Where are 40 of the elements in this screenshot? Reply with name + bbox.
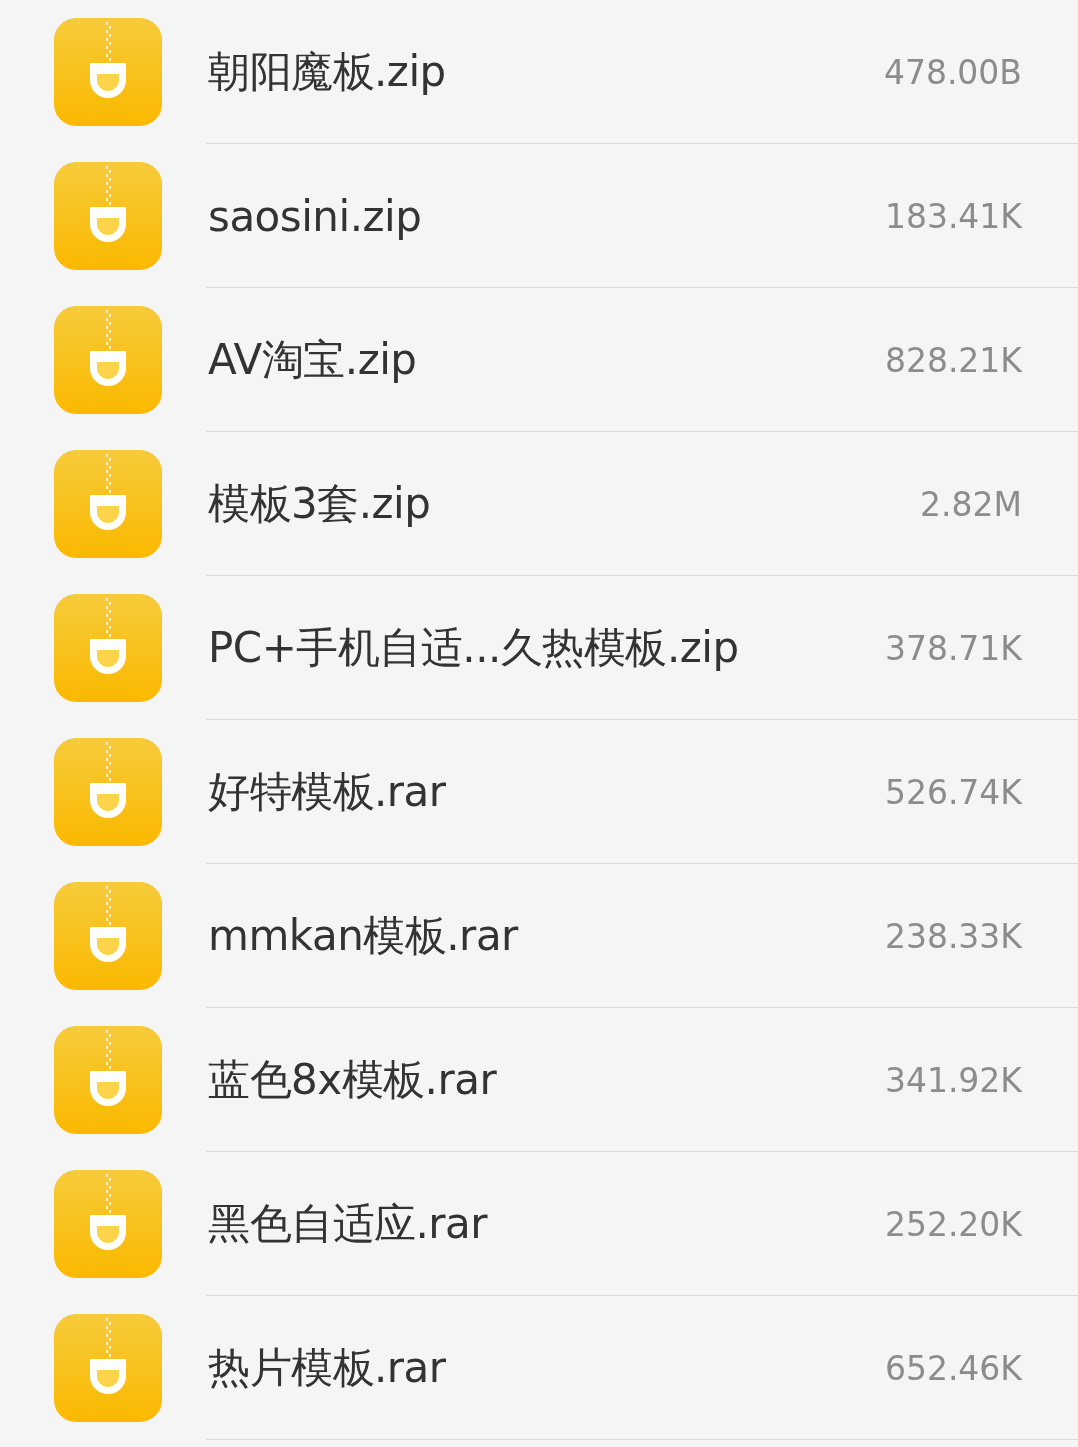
file-name: mmkan模板.rar [208,910,520,962]
zip-file-icon [54,18,162,126]
zip-file-icon [54,306,162,414]
file-name: 黑色自适应.rar [208,1198,489,1250]
file-name: AV淘宝.zip [208,334,418,386]
file-row[interactable]: 模板3套.zip 2.82M [0,432,1078,576]
file-row[interactable]: saosini.zip 183.41K [0,144,1078,288]
file-name: PC+手机自适...久热模板.zip [208,622,740,674]
file-size: 341.92K [884,1060,1022,1100]
file-name: saosini.zip [208,191,423,241]
zip-file-icon [54,882,162,990]
file-size: 2.82M [920,484,1022,524]
file-name: 朝阳魔板.zip [208,46,447,98]
file-row[interactable]: AV淘宝.zip 828.21K [0,288,1078,432]
file-row[interactable]: mmkan模板.rar 238.33K [0,864,1078,1008]
file-size: 238.33K [884,916,1022,956]
file-size: 183.41K [884,196,1022,236]
file-size: 526.74K [884,772,1022,812]
file-size: 652.46K [884,1348,1022,1388]
file-size: 252.20K [884,1204,1022,1244]
file-row[interactable]: 好特模板.rar 526.74K [0,720,1078,864]
file-size: 478.00B [883,52,1022,92]
zip-file-icon [54,162,162,270]
file-name: 好特模板.rar [208,766,447,818]
file-row[interactable]: 蓝色8x模板.rar 341.92K [0,1008,1078,1152]
zip-file-icon [54,738,162,846]
zip-file-icon [54,1314,162,1422]
file-row[interactable]: PC+手机自适...久热模板.zip 378.71K [0,576,1078,720]
zip-file-icon [54,594,162,702]
zip-file-icon [54,1026,162,1134]
zip-file-icon [54,450,162,558]
file-row[interactable]: 朝阳魔板.zip 478.00B [0,0,1078,144]
zip-file-icon [54,1170,162,1278]
file-row[interactable]: 黑色自适应.rar 252.20K [0,1152,1078,1296]
file-name: 热片模板.rar [208,1342,447,1394]
file-row[interactable]: 热片模板.rar 652.46K [0,1296,1078,1440]
file-name: 模板3套.zip [208,478,432,530]
file-name: 蓝色8x模板.rar [208,1054,498,1106]
file-size: 378.71K [884,628,1022,668]
file-size: 828.21K [884,340,1022,380]
